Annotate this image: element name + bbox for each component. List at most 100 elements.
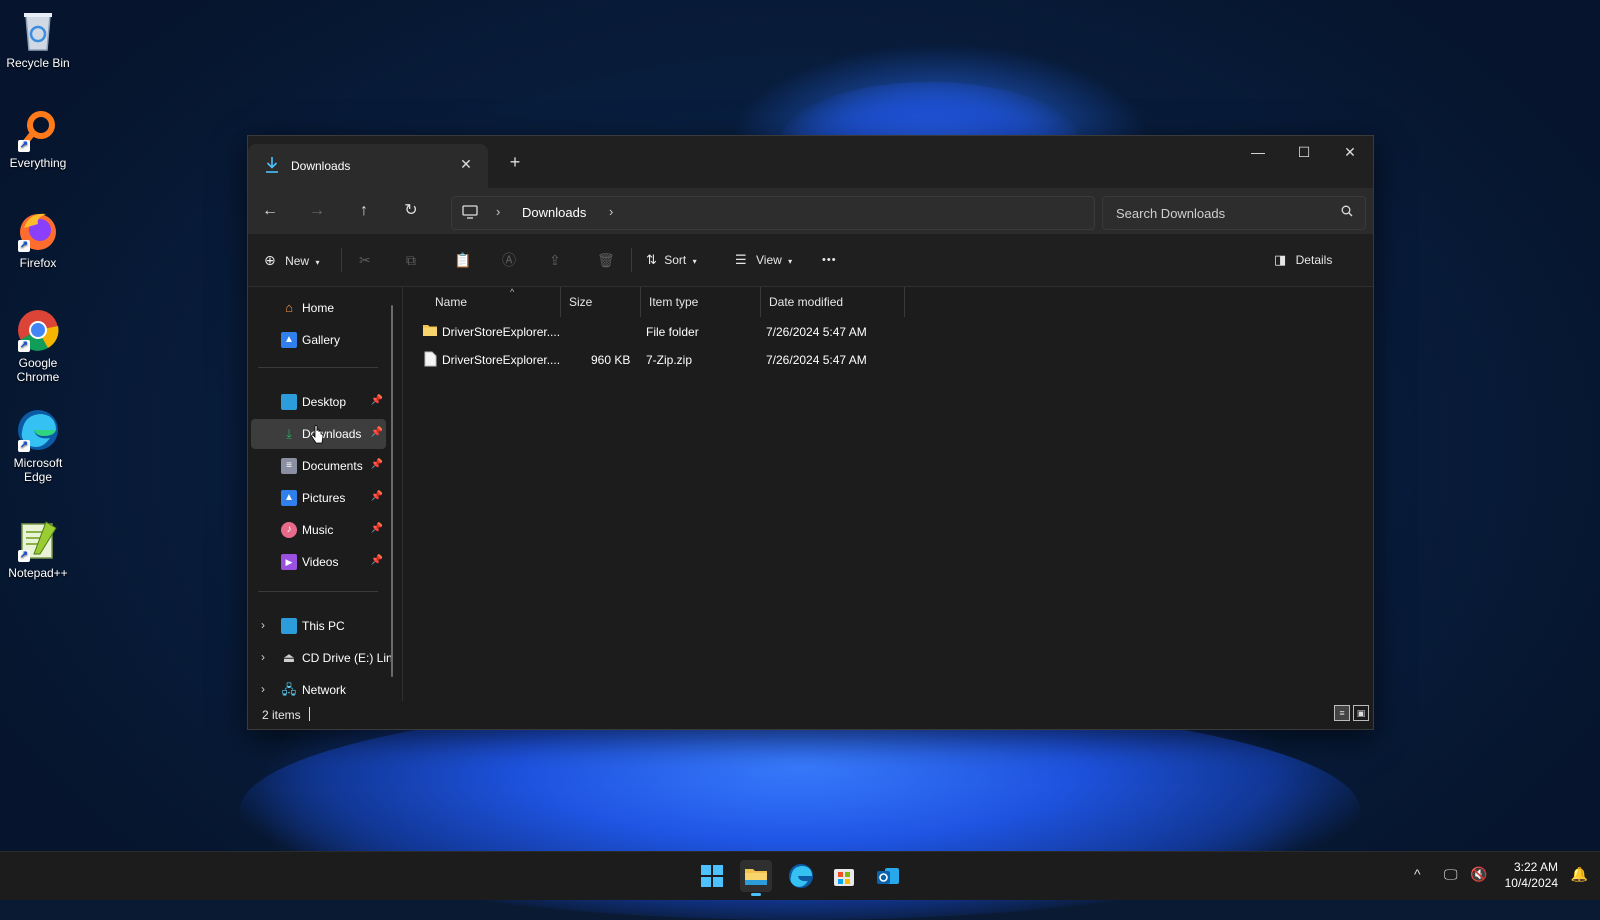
expand-chevron-icon[interactable]: › xyxy=(261,650,265,664)
display-icon[interactable]: 🖵 xyxy=(1444,866,1458,883)
item-count: 2 items xyxy=(262,708,301,722)
breadcrumb-downloads[interactable]: Downloads xyxy=(522,205,586,220)
shortcut-arrow-icon: ↗ xyxy=(18,340,30,352)
sidebar-label: Gallery xyxy=(302,333,341,347)
tiles-view-icon[interactable]: ▣ xyxy=(1353,705,1369,721)
new-button[interactable]: ⊕ New ▾ xyxy=(264,248,319,272)
sidebar-item-cd-drive[interactable]: › ⏏ CD Drive (E:) Lin xyxy=(251,643,393,673)
this-pc-icon[interactable] xyxy=(462,205,478,219)
up-button[interactable]: ↑ xyxy=(350,199,378,223)
view-list-icon: ☰ xyxy=(735,252,747,267)
pictures-icon: ▲ xyxy=(281,490,297,506)
active-indicator xyxy=(751,893,761,896)
copy-icon[interactable]: ⧉ xyxy=(406,248,416,272)
taskbar-outlook[interactable] xyxy=(872,860,904,892)
this-pc-icon xyxy=(281,618,297,634)
outlook-icon xyxy=(877,868,899,884)
sidebar-label: Home xyxy=(302,301,335,315)
sidebar-item-gallery[interactable]: ▲ Gallery xyxy=(251,325,386,355)
recycle-bin-icon xyxy=(16,8,60,52)
column-header-size[interactable]: Size xyxy=(561,287,641,317)
address-bar[interactable]: › Downloads › xyxy=(451,196,1095,230)
pin-icon[interactable]: 📌 xyxy=(371,491,383,502)
taskbar-file-explorer[interactable] xyxy=(740,860,772,896)
desktop-icon-notepadpp[interactable]: ↗ Notepad++ xyxy=(0,518,76,580)
pin-icon[interactable]: 📌 xyxy=(371,427,383,438)
desktop-icon-recycle-bin[interactable]: Recycle Bin xyxy=(0,8,76,70)
pin-icon[interactable]: 📌 xyxy=(371,459,383,470)
start-button[interactable] xyxy=(696,860,728,892)
paste-icon[interactable]: 📋 xyxy=(454,248,471,272)
home-icon: ⌂ xyxy=(285,300,293,315)
sidebar-label: Music xyxy=(302,523,334,537)
details-view-icon[interactable]: ≡ xyxy=(1334,705,1350,721)
breadcrumb-chevron-icon[interactable]: › xyxy=(496,204,500,219)
system-clock[interactable]: 3:22 AM 10/4/2024 xyxy=(1505,859,1558,891)
network-status-icon[interactable]: 🔇 xyxy=(1470,866,1487,883)
search-placeholder: Search Downloads xyxy=(1116,206,1226,221)
sort-button[interactable]: ⇅ Sort ▾ xyxy=(646,248,697,272)
search-icon[interactable] xyxy=(1341,205,1353,220)
desktop-icon-edge[interactable]: ↗ Microsoft Edge xyxy=(0,408,76,484)
sidebar-item-music[interactable]: ♪ Music 📌 xyxy=(251,515,386,545)
column-header-date[interactable]: Date modified xyxy=(761,287,905,317)
maximize-button[interactable]: ☐ xyxy=(1281,136,1327,168)
minimize-button[interactable]: — xyxy=(1235,136,1281,168)
desktop-icon-everything[interactable]: ↗ Everything xyxy=(0,108,76,170)
sidebar-divider xyxy=(258,367,378,368)
pin-icon[interactable]: 📌 xyxy=(371,555,383,566)
rename-icon[interactable]: Ⓐ xyxy=(502,248,516,272)
column-header-type[interactable]: Item type xyxy=(641,287,761,317)
cut-icon[interactable]: ✂ xyxy=(359,248,371,272)
shortcut-arrow-icon: ↗ xyxy=(18,240,30,252)
sidebar-item-pictures[interactable]: ▲ Pictures 📌 xyxy=(251,483,386,513)
store-icon xyxy=(834,869,854,886)
sort-icon: ⇅ xyxy=(646,252,657,267)
taskbar: ^ 🖵 🔇 3:22 AM 10/4/2024 🔔 xyxy=(0,851,1600,900)
pin-icon[interactable]: 📌 xyxy=(371,523,383,534)
new-tab-button[interactable]: + xyxy=(503,150,527,174)
breadcrumb-chevron-icon[interactable]: › xyxy=(609,204,613,219)
forward-button[interactable]: → xyxy=(303,199,331,223)
taskbar-edge[interactable] xyxy=(785,860,817,892)
details-pane-icon: ◨ xyxy=(1274,252,1287,267)
back-button[interactable]: ← xyxy=(256,199,284,223)
navigation-bar: ← → ↑ ↻ › Downloads › Search Downloads xyxy=(248,188,1373,234)
search-box[interactable]: Search Downloads xyxy=(1102,196,1366,230)
title-bar[interactable]: Downloads ✕ + — ☐ ✕ xyxy=(248,136,1373,188)
refresh-button[interactable]: ↻ xyxy=(397,199,425,223)
desktop-icon-label: Microsoft Edge xyxy=(13,456,63,484)
chrome-icon: ↗ xyxy=(16,308,60,352)
desktop-icon-chrome[interactable]: ↗ Google Chrome xyxy=(0,308,76,384)
delete-icon[interactable]: 🗑 xyxy=(597,248,615,272)
sidebar-item-videos[interactable]: ▶ Videos 📌 xyxy=(251,547,386,577)
content-area: ⌂ Home ▲ Gallery Desktop 📌 ⤓ Downloads 📌… xyxy=(248,287,1373,701)
share-icon[interactable]: ⇪ xyxy=(549,248,561,272)
expand-chevron-icon[interactable]: › xyxy=(261,618,265,632)
expand-chevron-icon[interactable]: › xyxy=(261,682,265,696)
column-header-name[interactable]: ^ Name xyxy=(427,287,561,317)
details-pane-button[interactable]: ◨ Details xyxy=(1274,248,1332,272)
status-divider xyxy=(309,707,310,721)
file-row[interactable]: DriverStoreExplorer.... 960 KB 7-Zip.zip… xyxy=(413,346,893,374)
close-tab-icon[interactable]: ✕ xyxy=(456,154,476,174)
sidebar-item-home[interactable]: ⌂ Home xyxy=(251,293,386,323)
tab-downloads[interactable]: Downloads ✕ xyxy=(248,144,488,188)
notification-bell-icon[interactable]: 🔔 xyxy=(1571,866,1588,883)
file-row[interactable]: DriverStoreExplorer.... File folder 7/26… xyxy=(413,318,893,346)
file-date: 7/26/2024 5:47 AM xyxy=(766,353,867,367)
shortcut-arrow-icon: ↗ xyxy=(18,140,30,152)
view-button[interactable]: ☰ View ▾ xyxy=(735,248,792,272)
sidebar-item-documents[interactable]: ≡ Documents 📌 xyxy=(251,451,386,481)
sidebar-item-this-pc[interactable]: › This PC xyxy=(251,611,386,641)
taskbar-microsoft-store[interactable] xyxy=(828,860,860,892)
desktop-icon-firefox[interactable]: ↗ Firefox xyxy=(0,208,76,270)
more-options-button[interactable]: ••• xyxy=(822,248,837,272)
sidebar-scrollbar[interactable] xyxy=(391,305,393,677)
edge-icon xyxy=(789,864,813,888)
sidebar-item-desktop[interactable]: Desktop 📌 xyxy=(251,387,386,417)
file-name: DriverStoreExplorer.... xyxy=(442,325,561,339)
show-hidden-icons-chevron-icon[interactable]: ^ xyxy=(1414,866,1421,882)
pin-icon[interactable]: 📌 xyxy=(371,395,383,406)
close-window-button[interactable]: ✕ xyxy=(1327,136,1373,168)
